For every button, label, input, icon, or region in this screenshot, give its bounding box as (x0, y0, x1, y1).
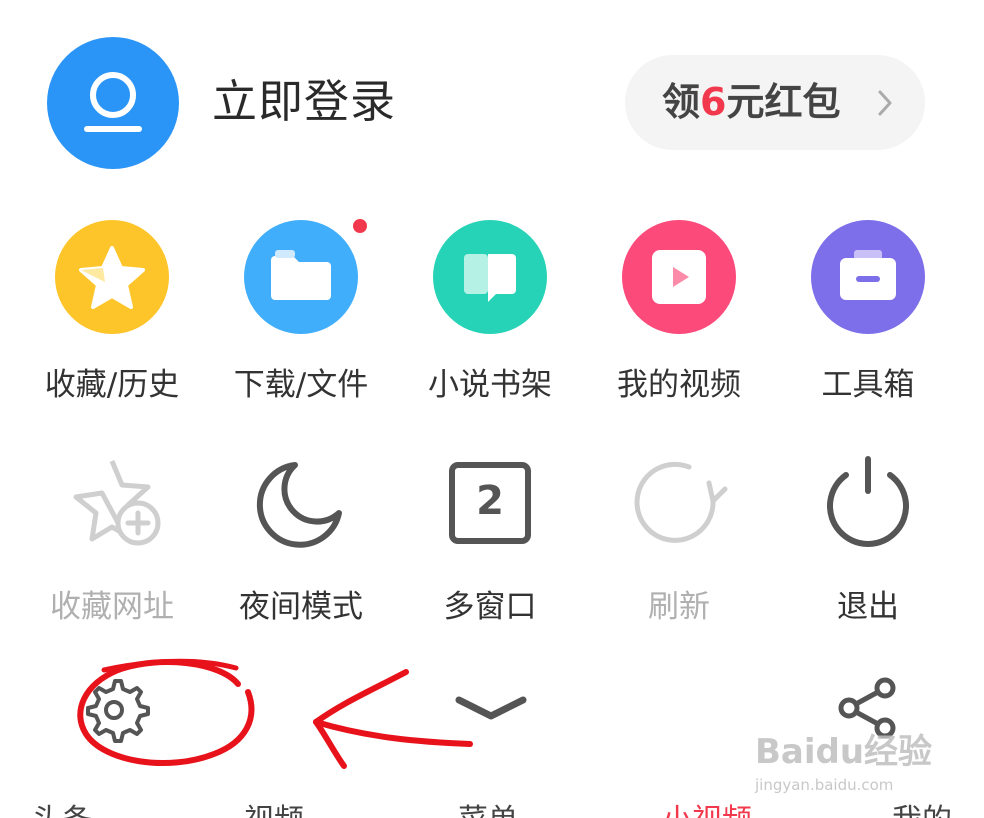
coupon-prefix: 领 (662, 80, 701, 124)
action-bookmark-site[interactable]: 收藏网址 (18, 455, 206, 630)
action-label: 收藏网址 (50, 589, 174, 625)
moon-icon (251, 455, 351, 555)
watermark-logo: Baidu经验 (755, 732, 933, 772)
settings-button[interactable] (80, 675, 150, 745)
feature-my-videos[interactable]: 我的视频 (585, 220, 773, 410)
feature-label: 工具箱 (821, 367, 915, 403)
window-count-icon: 2 (440, 455, 540, 555)
share-icon (838, 677, 896, 739)
action-refresh[interactable]: 刷新 (585, 455, 773, 630)
action-label: 多窗口 (443, 589, 537, 625)
star-plus-icon (62, 455, 162, 555)
coupon-suffix: 元红包 (726, 80, 841, 124)
action-night-mode[interactable]: 夜间模式 (207, 455, 395, 630)
folder-icon (244, 220, 358, 334)
feature-label: 我的视频 (617, 367, 741, 403)
feature-novel-shelf[interactable]: 小说书架 (396, 220, 584, 410)
toolbox-icon (811, 220, 925, 334)
action-label: 刷新 (648, 589, 710, 625)
action-exit[interactable]: 退出 (774, 455, 962, 630)
action-label: 退出 (837, 589, 899, 625)
red-packet-button[interactable]: 领6元红包 (625, 55, 925, 150)
feature-label: 收藏/历史 (44, 367, 180, 403)
power-icon (818, 455, 918, 555)
star-icon (55, 220, 169, 334)
avatar[interactable] (47, 37, 179, 169)
refresh-icon (629, 455, 729, 555)
menu-panel: 立即登录 领6元红包 收藏/历史 下载/文件 小说书架 我的视频 工具箱 收藏网… (0, 0, 984, 818)
collapse-button[interactable] (455, 690, 527, 726)
chevron-down-icon (455, 696, 527, 720)
feature-label: 小说书架 (428, 367, 552, 403)
tab-video[interactable]: 视频 (244, 804, 304, 818)
window-count: 2 (476, 478, 504, 524)
login-link[interactable]: 立即登录 (212, 74, 396, 130)
chevron-right-icon (878, 90, 892, 116)
watermark-url: jingyan.baidu.com (755, 776, 894, 794)
action-label: 夜间模式 (239, 589, 363, 625)
watermark: Baidu经验 jingyan.baidu.com (755, 732, 935, 802)
share-button[interactable] (836, 676, 898, 739)
coupon-amount: 6 (700, 80, 727, 124)
book-icon (433, 220, 547, 334)
tab-headlines[interactable]: 头条 (32, 804, 92, 818)
feature-favorites-history[interactable]: 收藏/历史 (18, 220, 206, 410)
tab-mine[interactable]: 我的 (892, 804, 952, 818)
video-play-icon (622, 220, 736, 334)
gear-icon (86, 679, 150, 743)
red-packet-label: 领6元红包 (662, 77, 840, 127)
user-icon (84, 72, 142, 132)
feature-toolbox[interactable]: 工具箱 (774, 220, 962, 410)
tab-short-video[interactable]: 小视频 (662, 804, 752, 818)
action-multi-window[interactable]: 2 多窗口 (396, 455, 584, 630)
bottom-tab-bar: 头条 视频 菜单 小视频 我的 (0, 800, 984, 818)
feature-downloads-files[interactable]: 下载/文件 (207, 220, 395, 410)
notification-badge (353, 219, 367, 233)
feature-label: 下载/文件 (233, 367, 369, 403)
tab-menu[interactable]: 菜单 (458, 804, 518, 818)
